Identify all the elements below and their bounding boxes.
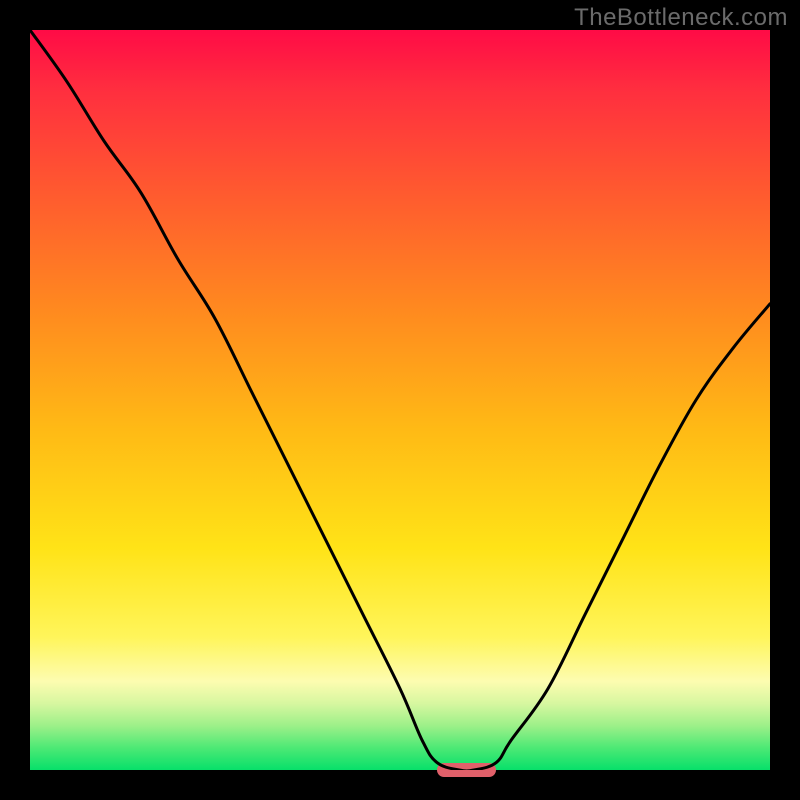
chart-frame: TheBottleneck.com — [0, 0, 800, 800]
plot-area — [30, 30, 770, 770]
watermark-text: TheBottleneck.com — [574, 4, 788, 32]
bottleneck-curve — [30, 30, 770, 770]
